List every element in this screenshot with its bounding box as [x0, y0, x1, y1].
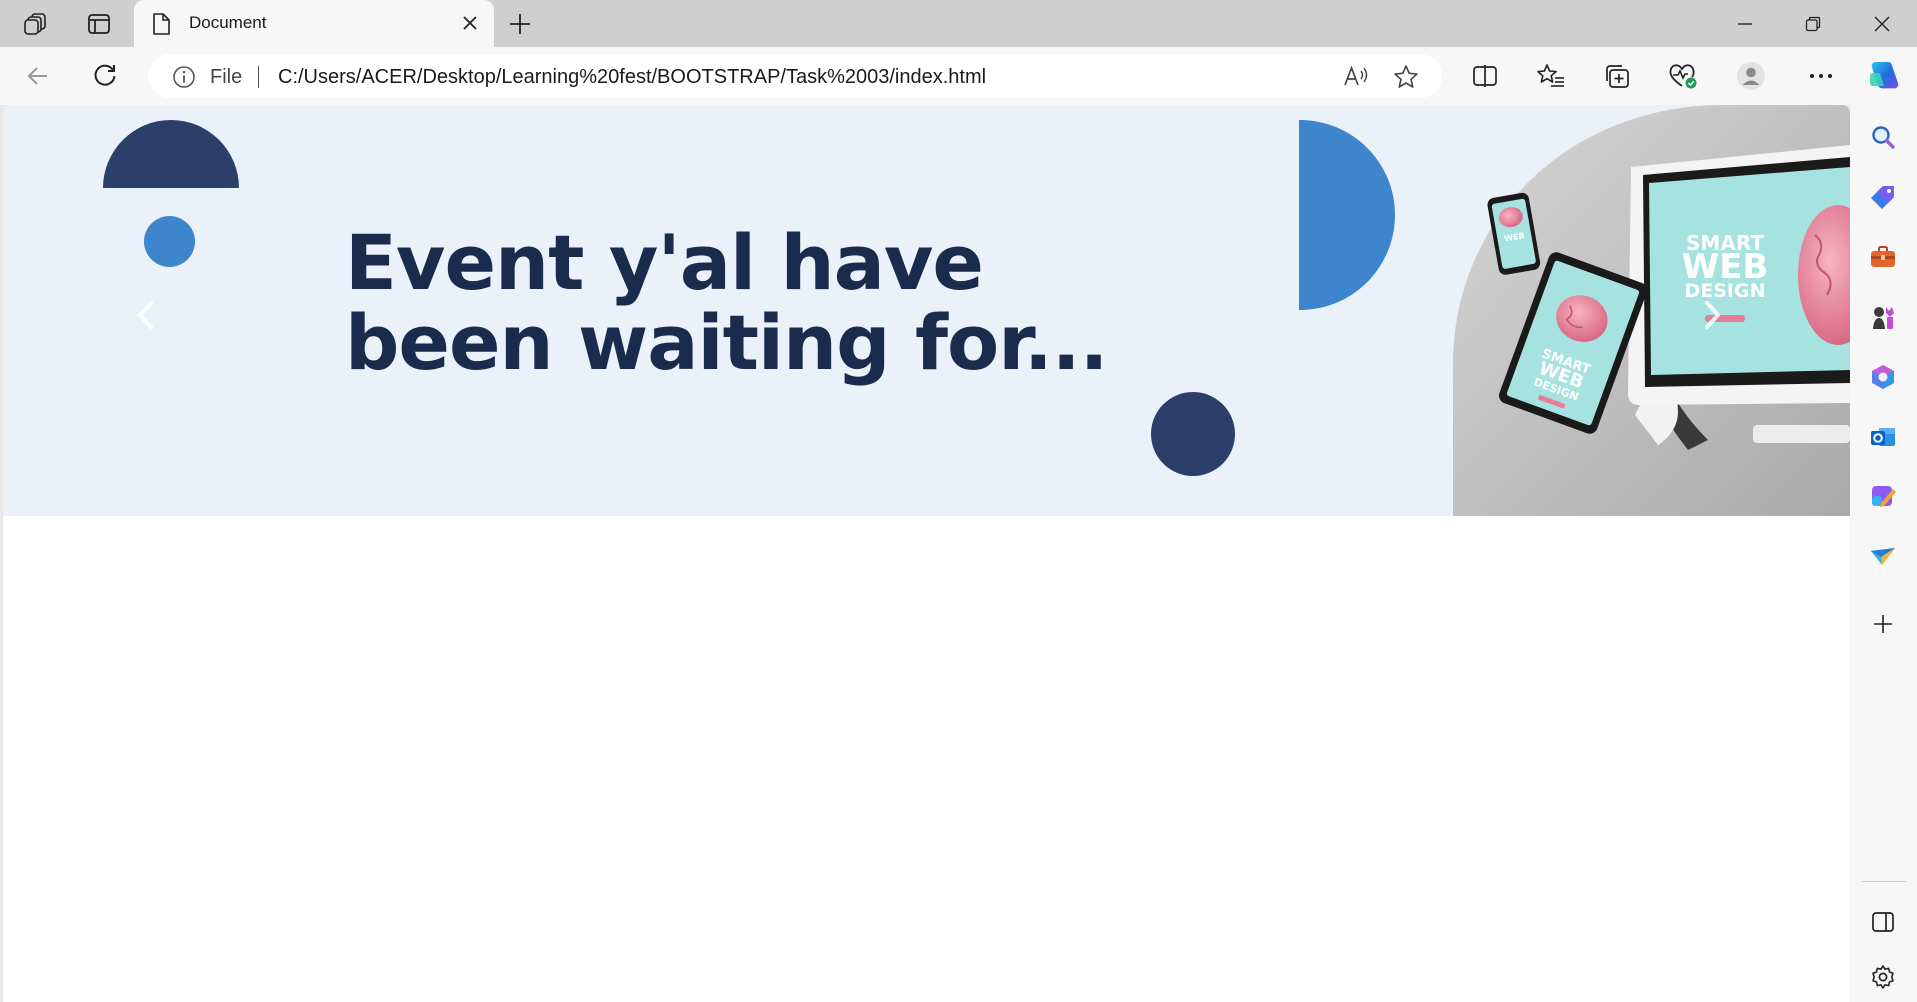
more-icon[interactable]: [1801, 56, 1841, 96]
carousel-next-icon[interactable]: [1697, 295, 1727, 335]
workspaces-icon[interactable]: [12, 0, 60, 47]
restore-icon[interactable]: [1778, 0, 1848, 47]
address-separator: [258, 66, 259, 88]
refresh-icon[interactable]: [85, 56, 125, 96]
browser-toolbar: File C:/Users/ACER/Desktop/Learning%20fe…: [0, 47, 1917, 105]
page-viewport: Event y'al have been waiting for... SMAR…: [3, 105, 1850, 1002]
decor-dot-blue: [144, 216, 195, 267]
settings-icon[interactable]: [1863, 957, 1903, 997]
close-window-icon[interactable]: [1847, 0, 1917, 47]
info-icon[interactable]: [172, 65, 196, 89]
microsoft-365-icon[interactable]: [1863, 357, 1903, 397]
edge-sidebar: [1850, 105, 1917, 1002]
new-tab-button[interactable]: [500, 4, 540, 44]
close-tab-icon[interactable]: [458, 11, 482, 35]
document-icon: [150, 12, 172, 36]
copilot-icon[interactable]: [1864, 56, 1904, 96]
outlook-icon[interactable]: [1863, 417, 1903, 457]
search-icon[interactable]: [1863, 117, 1903, 157]
decor-circle-navy: [1151, 392, 1235, 476]
hero-heading-line1: Event y'al have: [345, 218, 984, 307]
hero-device-image: SMART WEB DESIGN SMART WEB DESIGN WEB: [1453, 105, 1850, 516]
split-screen-icon[interactable]: [1465, 56, 1505, 96]
tools-briefcase-icon[interactable]: [1863, 237, 1903, 277]
tab-actions-icon[interactable]: [75, 0, 123, 47]
shopping-tag-icon[interactable]: [1863, 177, 1903, 217]
decor-half-circle-blue: [1299, 120, 1395, 310]
hero-heading-line2: been waiting for...: [345, 298, 1108, 387]
hero-carousel: Event y'al have been waiting for... SMAR…: [3, 105, 1850, 516]
decor-semicircle-navy: [103, 120, 239, 188]
back-arrow-icon[interactable]: [18, 56, 58, 96]
carousel-prev-icon[interactable]: [131, 295, 161, 335]
read-aloud-icon[interactable]: [1341, 62, 1371, 92]
designer-icon[interactable]: [1863, 477, 1903, 517]
tab-document[interactable]: Document: [134, 0, 494, 47]
tab-title: Document: [189, 13, 267, 32]
sidebar-divider: [1862, 881, 1906, 882]
favorites-icon[interactable]: [1531, 56, 1571, 96]
games-icon[interactable]: [1863, 297, 1903, 337]
send-icon[interactable]: [1863, 537, 1903, 577]
add-icon[interactable]: [1863, 604, 1903, 644]
tab-bar: Document: [0, 0, 1917, 47]
minimize-icon[interactable]: [1710, 0, 1780, 47]
address-bar[interactable]: File C:/Users/ACER/Desktop/Learning%20fe…: [148, 54, 1442, 98]
scheme-label: File: [210, 66, 243, 88]
url-text[interactable]: C:/Users/ACER/Desktop/Learning%20fest/BO…: [278, 66, 986, 89]
collections-icon[interactable]: [1597, 56, 1637, 96]
sidebar-toggle-icon[interactable]: [1863, 902, 1903, 942]
profile-icon[interactable]: [1731, 56, 1771, 96]
star-icon[interactable]: [1391, 62, 1421, 92]
performance-heart-icon[interactable]: [1663, 56, 1703, 96]
hero-heading: Event y'al have been waiting for...: [345, 223, 1108, 383]
